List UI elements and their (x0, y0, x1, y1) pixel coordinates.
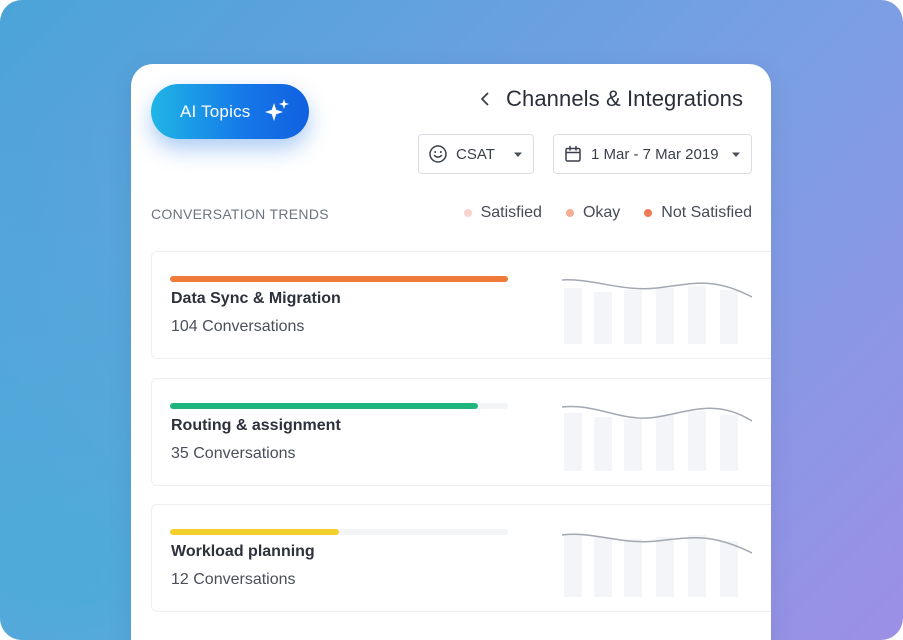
trend-sparkline (562, 279, 752, 344)
header-row: Channels & Integrations (476, 84, 743, 114)
topic-progress-track (170, 529, 508, 535)
trend-sparkline (562, 533, 752, 597)
legend-dot (565, 209, 574, 217)
legend-label: Not Satisfied (661, 204, 752, 221)
trend-sparkline (562, 405, 752, 471)
background-stage: AI Topics Channels & Integrations CSAT 1… (0, 0, 903, 640)
legend-dot (463, 209, 472, 217)
topic-card[interactable]: Workload planning 12 Conversations (151, 504, 771, 612)
topic-count: 35 Conversations (171, 445, 296, 462)
topic-card[interactable]: Data Sync & Migration 104 Conversations (151, 251, 771, 359)
ai-topics-label: AI Topics (180, 101, 251, 121)
topic-progress-fill (170, 403, 478, 409)
sparkle-icon (265, 99, 289, 121)
legend-item-not-satisfied: Not Satisfied (644, 204, 752, 222)
date-range-select[interactable]: 1 Mar - 7 Mar 2019 (553, 134, 752, 174)
topic-count: 12 Conversations (171, 571, 296, 588)
page-title: Channels & Integrations (506, 86, 744, 111)
topic-progress-track (170, 403, 508, 409)
section-label: CONVERSATION TRENDS (151, 206, 329, 222)
caret-down-icon (732, 152, 740, 157)
smiley-icon (429, 145, 447, 163)
legend-item-okay: Okay (565, 204, 621, 222)
topic-name: Workload planning (171, 543, 315, 560)
topic-progress-fill (170, 276, 508, 282)
legend-dot (644, 209, 653, 217)
chevron-left-icon[interactable] (476, 90, 494, 108)
date-range-value: 1 Mar - 7 Mar 2019 (591, 145, 719, 163)
topic-name: Routing & assignment (171, 417, 341, 434)
calendar-icon (565, 145, 581, 162)
topic-progress-track (170, 276, 508, 282)
legend-label: Satisfied (480, 204, 542, 221)
topic-name: Data Sync & Migration (171, 290, 341, 307)
metric-select-value: CSAT (456, 145, 495, 163)
ai-topics-button[interactable]: AI Topics (151, 84, 309, 139)
legend-label: Okay (582, 204, 621, 221)
legend: Satisfied Okay Not Satisfied (440, 204, 752, 222)
legend-item-satisfied: Satisfied (463, 204, 542, 222)
topic-progress-fill (170, 529, 339, 535)
topic-card[interactable]: Routing & assignment 35 Conversations (151, 378, 771, 486)
metric-select[interactable]: CSAT (418, 134, 534, 174)
topic-count: 104 Conversations (171, 318, 305, 335)
caret-down-icon (514, 152, 522, 157)
